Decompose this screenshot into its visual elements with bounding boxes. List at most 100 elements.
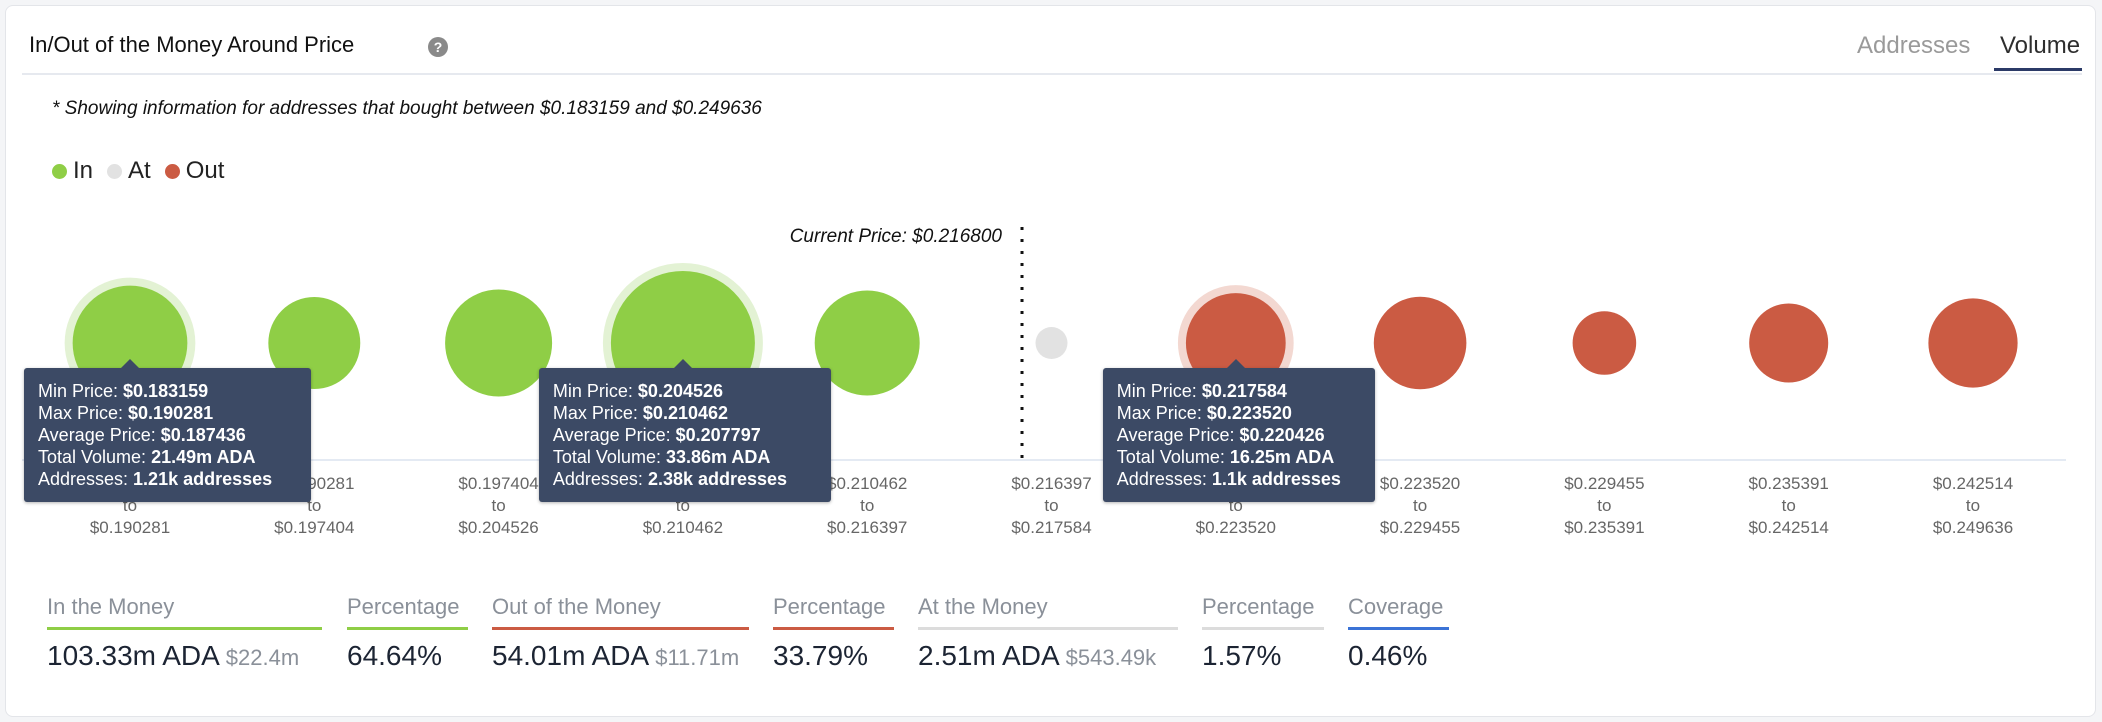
stat-percentage: Percentage 1.57% [1202,594,1324,672]
x-tick-label: $0.197404 [458,474,538,493]
tooltip-row: Addresses: 1.21k addresses [38,468,297,490]
stat-usd-value: $11.71m [655,645,740,670]
stat-percentage: Percentage 33.79% [773,594,894,672]
tooltip-row-value: $0.223520 [1206,403,1292,423]
stat-main-value: 33.79% [773,640,868,671]
tooltip-row: Addresses: 2.38k addresses [553,468,817,490]
tooltip-row: Total Volume: 33.86m ADA [553,446,817,468]
bubble-out[interactable] [1928,298,2018,388]
tooltip-row: Max Price: $0.223520 [1117,402,1361,424]
stat-label: Out of the Money [492,594,749,630]
bubble-tooltip: Min Price: $0.183159 Max Price: $0.190281… [24,359,311,502]
stat-main-value: 2.51m ADA [918,640,1060,671]
tooltip-arrow [672,359,693,369]
tooltip-row-label: Addresses: [1116,469,1212,489]
stat-value: 54.01m ADA $11.71m [492,640,749,672]
stat-percentage: Percentage 64.64% [347,594,468,672]
stat-main-value: 54.01m ADA [492,640,650,671]
x-tick-label: $0.229455 [1564,474,1644,493]
x-tick-label: to [1597,496,1611,515]
tooltip-row: Average Price: $0.207797 [553,424,817,446]
tooltip-row: Min Price: $0.204526 [553,380,817,402]
x-tick-label: $0.229455 [1380,518,1460,537]
tooltip-row-value: $0.187436 [160,425,246,445]
tooltip-row-value: 16.25m ADA [1229,447,1335,467]
x-tick-label: $0.190281 [90,518,170,537]
tooltip-row-label: Max Price: [38,403,129,423]
x-tick-label: $0.204526 [458,518,538,537]
stat-label: Percentage [347,594,468,630]
bubble-out[interactable] [1373,296,1467,390]
tooltip-row-label: Min Price: [1116,381,1202,401]
tooltip-row: Min Price: $0.183159 [38,380,297,402]
x-tick-label: $0.242514 [1933,474,2013,493]
stat-coverage: Coverage 0.46% [1348,594,1449,672]
tooltip-row-value: 2.38k addresses [647,469,788,489]
tooltip-row-label: Addresses: [552,469,648,489]
tooltip-row: Min Price: $0.217584 [1117,380,1361,402]
tooltip-row-value: 1.1k addresses [1211,469,1341,489]
x-tick-label: $0.235391 [1749,474,1829,493]
tooltip-row-value: $0.217584 [1201,381,1287,401]
stat-value: 2.51m ADA $543.49k [918,640,1178,672]
bubble-chart: $0.183159 to $0.190281 $0.190281 to $0.197404… [22,226,2066,537]
stat-usd-value: $22.4m [225,645,300,670]
tooltip-row-value: 33.86m ADA [665,447,771,467]
bubble-out[interactable] [1572,311,1637,375]
x-tick-label: to [1413,496,1427,515]
x-tick-label: to [492,496,506,515]
stat-at-the-money: At the Money 2.51m ADA $543.49k [918,594,1178,672]
tooltip-row-label: Total Volume: [552,447,666,467]
bubble-out[interactable] [1749,303,1829,383]
stat-label: Percentage [773,594,894,630]
tooltip-row: Total Volume: 21.49m ADA [38,446,297,468]
stat-out-of-the-money: Out of the Money 54.01m ADA $11.71m [492,594,749,672]
tooltip-arrow [1225,359,1246,369]
x-tick-label: $0.216397 [827,518,907,537]
stat-main-value: 64.64% [347,640,442,671]
stat-main-value: 0.46% [1348,640,1428,671]
stat-label: At the Money [918,594,1178,630]
x-tick-label: $0.197404 [274,518,354,537]
stat-main-value: 1.57% [1202,640,1282,671]
tooltip-row-value: $0.190281 [128,403,214,423]
tooltip-row: Addresses: 1.1k addresses [1117,468,1361,490]
stat-value: 1.57% [1202,640,1324,672]
stat-value: 0.46% [1348,640,1449,672]
tooltip-row: Total Volume: 16.25m ADA [1117,446,1361,468]
tooltip-row-value: $0.210462 [642,403,729,423]
tooltip-row-label: Average Price: [1116,425,1240,445]
tooltip-row-label: Average Price: [552,425,676,445]
bubble-at[interactable] [1035,327,1068,359]
x-tick-label: to [860,496,874,515]
bubble-tooltip: Min Price: $0.217584 Max Price: $0.223520… [1102,359,1375,502]
tooltip-row-value: $0.204526 [637,381,724,401]
tooltip-row: Max Price: $0.190281 [38,402,297,424]
tooltip-row-value: 1.21k addresses [133,469,273,489]
bubble-in[interactable] [445,289,553,397]
tooltip-row-value: $0.220426 [1239,425,1325,445]
x-tick-label: $0.216397 [1011,474,1091,493]
x-tick-label: $0.217584 [1011,518,1091,537]
tooltip-row: Average Price: $0.220426 [1117,424,1361,446]
tooltip-row-label: Min Price: [38,381,124,401]
tooltip-row-label: Total Volume: [1116,447,1230,467]
stat-value: 33.79% [773,640,894,672]
x-tick-label: $0.223520 [1196,518,1276,537]
tooltip-row-label: Min Price: [552,381,638,401]
stat-label: In the Money [47,594,322,630]
tooltip-row-value: 21.49m ADA [151,447,256,467]
current-price-label: Current Price: $0.216800 [790,226,1003,247]
stat-label: Coverage [1348,594,1449,630]
tooltip-row: Max Price: $0.210462 [553,402,817,424]
x-tick-label: to [1966,496,1980,515]
stat-label: Percentage [1202,594,1324,630]
tooltip-row-label: Max Price: [1116,403,1207,423]
bubble-tooltip: Min Price: $0.204526 Max Price: $0.210462… [538,359,831,502]
x-tick-label: $0.235391 [1564,518,1644,537]
tooltip-arrow [120,359,140,369]
x-tick-label: $0.223520 [1380,474,1460,493]
tooltip-row: Average Price: $0.187436 [38,424,297,446]
x-tick-label: $0.242514 [1749,518,1829,537]
tooltip-row-value: $0.183159 [123,381,209,401]
